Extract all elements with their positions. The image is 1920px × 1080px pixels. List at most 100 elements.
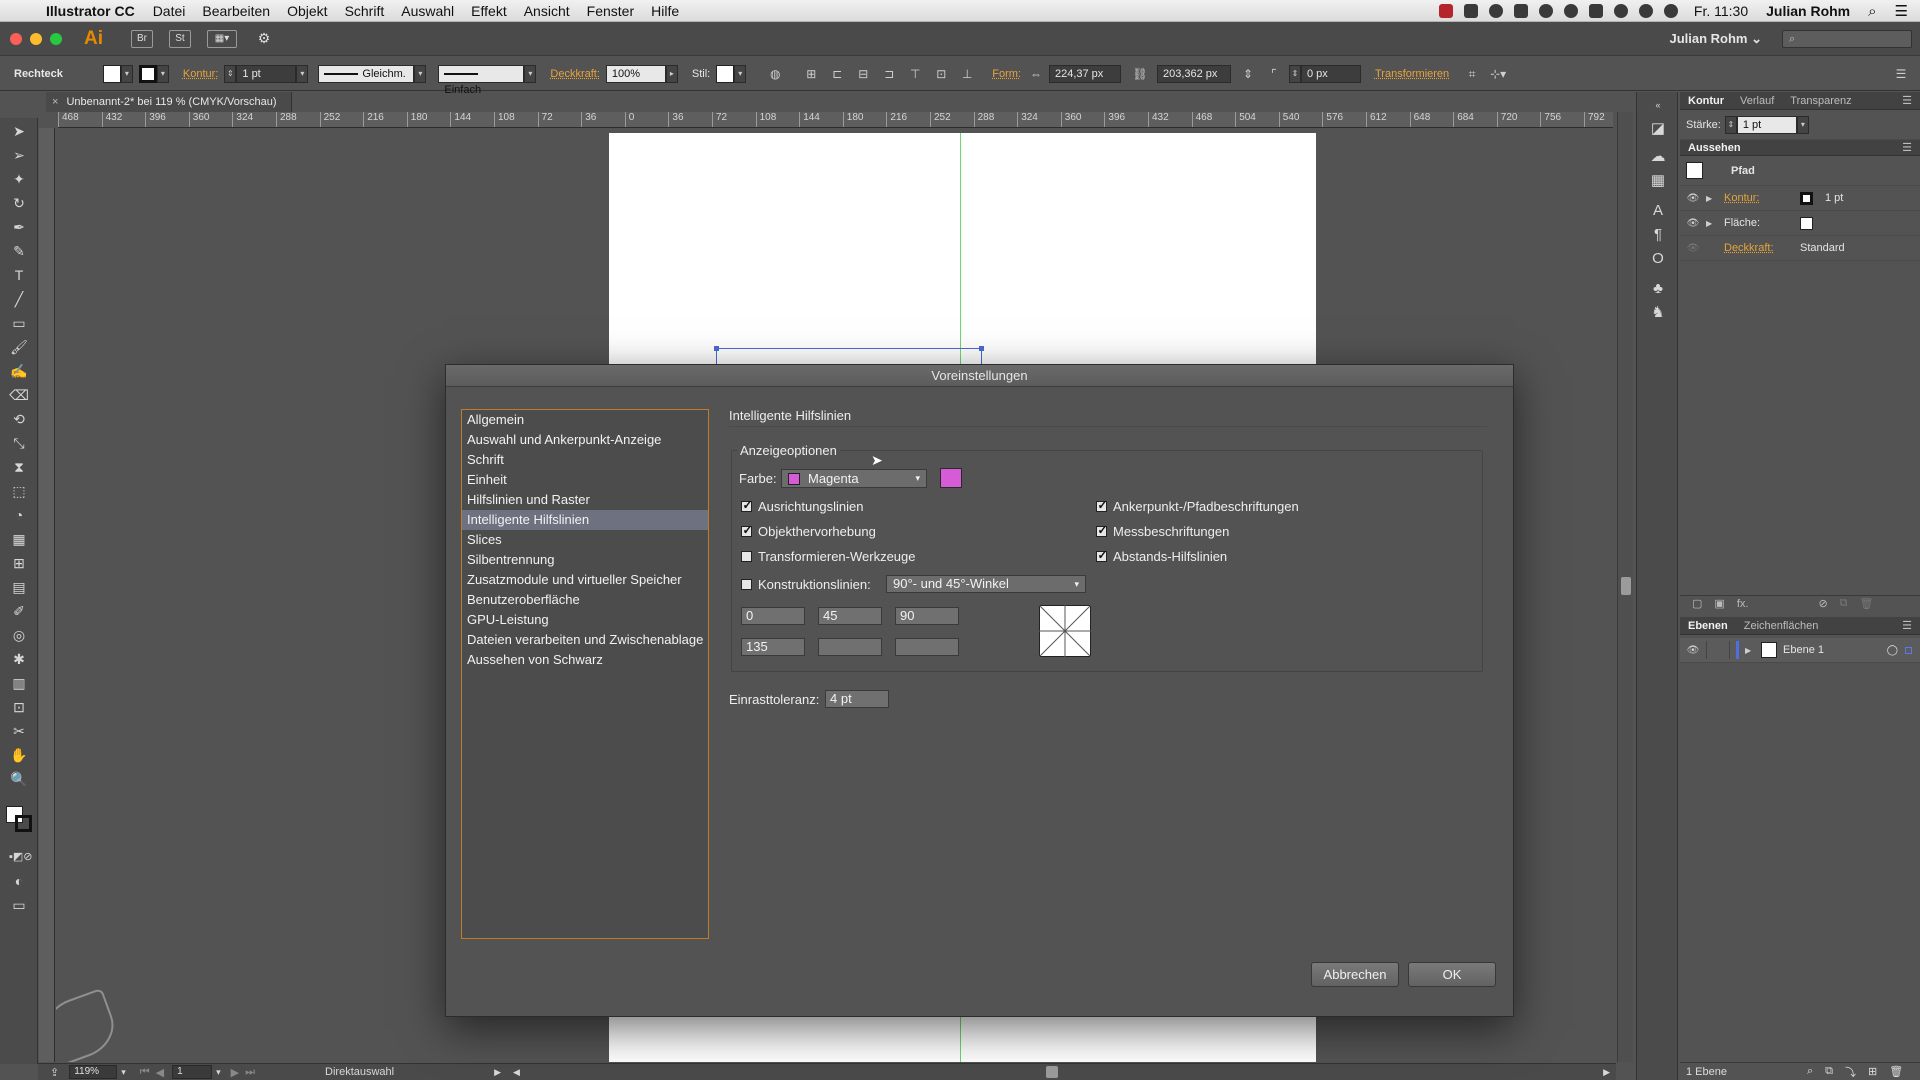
angle-field-6[interactable] xyxy=(895,638,959,656)
blob-brush-tool-icon[interactable]: ✍ xyxy=(9,362,29,380)
messbeschriftungen-label[interactable]: Messbeschriftungen xyxy=(1113,524,1229,539)
dialog-title[interactable]: Voreinstellungen xyxy=(446,365,1513,387)
clear-appearance-icon[interactable]: ⊘ xyxy=(1818,597,1827,610)
menu-objekt[interactable]: Objekt xyxy=(287,3,327,19)
staerke-field[interactable]: 1 pt xyxy=(1736,115,1797,134)
panel-menu-icon[interactable]: ☰ xyxy=(1902,94,1912,107)
scrollbar-thumb[interactable] xyxy=(1621,577,1631,595)
selection-tool-icon[interactable]: ➤ xyxy=(9,122,29,140)
transformieren-box[interactable] xyxy=(741,551,752,562)
layer-selection-icon[interactable] xyxy=(1905,646,1912,654)
image-trace-icon[interactable]: ◪ xyxy=(1649,120,1667,138)
link-proportions-icon[interactable]: ⛓ xyxy=(1131,66,1149,82)
tab-ebenen[interactable]: Ebenen xyxy=(1680,620,1736,632)
hscroll-left-icon[interactable]: ◀ xyxy=(513,1067,520,1078)
aussehen-flaeche-row[interactable]: 👁 ▶ Fläche: xyxy=(1680,211,1920,236)
menu-hilfe[interactable]: Hilfe xyxy=(651,3,679,19)
last-artboard-icon[interactable]: ⏭ xyxy=(245,1066,255,1079)
konstruktion-select[interactable]: 90°- und 45°-Winkel ▾ xyxy=(886,575,1086,593)
angle-field-1[interactable]: 0 xyxy=(741,607,805,625)
vertical-scrollbar[interactable] xyxy=(1617,112,1633,1062)
transformieren-link[interactable]: Transformieren xyxy=(1375,68,1449,80)
recolor-icon[interactable]: ◍ xyxy=(766,66,784,82)
collapse-panels-icon[interactable]: « xyxy=(1649,96,1667,114)
ankerpunkt-box[interactable] xyxy=(1096,501,1108,512)
farbe-select[interactable]: Magenta ▾ xyxy=(781,469,927,488)
ankerpunkt-label[interactable]: Ankerpunkt-/Pfadbeschriftungen xyxy=(1113,499,1299,514)
ausrichtungslinien-box[interactable] xyxy=(741,501,753,512)
menu-fenster[interactable]: Fenster xyxy=(587,3,634,19)
character-icon[interactable]: A xyxy=(1649,202,1667,220)
aussehen-menu-icon[interactable]: ☰ xyxy=(1902,141,1912,154)
layers-menu-icon[interactable]: ☰ xyxy=(1902,619,1912,632)
deckkraft-row-label[interactable]: Deckkraft: xyxy=(1724,242,1800,254)
brush-dropdown[interactable]: ▾ xyxy=(524,64,537,83)
screen-mode-icon[interactable]: ▭ xyxy=(9,896,29,914)
visibility-eye-icon[interactable]: 👁 xyxy=(1686,243,1700,254)
lasso-tool-icon[interactable]: ↻ xyxy=(9,194,29,212)
category-aussehen-schwarz[interactable]: Aussehen von Schwarz xyxy=(462,650,708,670)
kontur-label[interactable]: Kontur: xyxy=(183,68,218,80)
tab-kontur[interactable]: Kontur xyxy=(1680,95,1732,107)
free-transform-tool-icon[interactable]: ⬚ xyxy=(9,482,29,500)
anchor-handle[interactable] xyxy=(714,346,719,351)
menu-datei[interactable]: Datei xyxy=(153,3,186,19)
line-tool-icon[interactable]: ╱ xyxy=(9,290,29,308)
width-field[interactable]: 224,37 px xyxy=(1048,64,1121,83)
align-top-icon[interactable]: ⊤ xyxy=(906,66,924,82)
align-to-icon[interactable]: ⊞ xyxy=(802,66,820,82)
shape-builder-tool-icon[interactable]: ◔ xyxy=(9,506,29,524)
color-mode-icons[interactable]: ▪◩⊘ xyxy=(9,848,33,866)
ausrichtungslinien-label[interactable]: Ausrichtungslinien xyxy=(758,499,864,514)
zoom-field[interactable]: 119% xyxy=(69,1065,118,1079)
magic-wand-tool-icon[interactable]: ✦ xyxy=(9,170,29,188)
stroke-dropdown[interactable]: ▾ xyxy=(156,64,169,83)
objekthervorhebung-label[interactable]: Objekthervorhebung xyxy=(758,524,876,539)
kontur-weight-dropdown[interactable]: ▾ xyxy=(296,64,309,83)
abstands-checkbox[interactable]: Abstands-Hilfslinien xyxy=(1096,549,1227,564)
category-einheit[interactable]: Einheit xyxy=(462,470,708,490)
form-label[interactable]: Form: xyxy=(992,68,1021,80)
expand-triangle-icon[interactable]: ▶ xyxy=(1706,194,1718,203)
menu-ansicht[interactable]: Ansicht xyxy=(524,3,570,19)
rectangle-tool-icon[interactable]: ▭ xyxy=(9,314,29,332)
expand-triangle-icon[interactable]: ▶ xyxy=(1706,219,1718,228)
curvature-tool-icon[interactable]: ✎ xyxy=(9,242,29,260)
corner-radius-field[interactable]: 0 px xyxy=(1300,64,1361,83)
current-tool-status[interactable]: Direktauswahl xyxy=(325,1066,394,1078)
artboard-dropdown-icon[interactable]: ▾ xyxy=(216,1067,221,1078)
zoom-dropdown-icon[interactable]: ▾ xyxy=(121,1067,126,1078)
tray-dropbox-icon[interactable] xyxy=(1513,4,1528,18)
category-benutzeroberflaeche[interactable]: Benutzeroberfläche xyxy=(462,590,708,610)
kontur-stepper[interactable]: ⇕ xyxy=(224,64,237,83)
hand-tool-icon[interactable]: ✋ xyxy=(9,746,29,764)
align-left-icon[interactable]: ⊏ xyxy=(828,66,846,82)
stock-button[interactable]: St xyxy=(169,29,191,48)
layer-expand-icon[interactable]: ▶ xyxy=(1745,646,1757,655)
staerke-dropdown[interactable]: ▾ xyxy=(1796,115,1809,134)
tray-timemachine-icon[interactable] xyxy=(1613,4,1628,18)
transform-options-icon[interactable]: ⊹▾ xyxy=(1489,66,1507,82)
konstruktion-label[interactable]: Konstruktionslinien: xyxy=(758,577,871,592)
flaeche-swatch[interactable] xyxy=(1800,216,1813,230)
eyedropper-tool-icon[interactable]: ✐ xyxy=(9,602,29,620)
category-allgemein[interactable]: Allgemein xyxy=(462,410,708,430)
angle-field-5[interactable] xyxy=(818,638,882,656)
menu-app-name[interactable]: Illustrator CC xyxy=(46,3,135,19)
perspective-grid-tool-icon[interactable]: ▦ xyxy=(9,530,29,548)
align-right-icon[interactable]: ⊐ xyxy=(880,66,898,82)
transformieren-label[interactable]: Transformieren-Werkzeuge xyxy=(758,549,916,564)
messbeschriftungen-box[interactable] xyxy=(1096,526,1108,537)
next-artboard-icon[interactable]: ▶ xyxy=(231,1066,239,1079)
rotate-tool-icon[interactable]: ⟲ xyxy=(9,410,29,428)
kontur-row-swatch[interactable] xyxy=(1800,191,1813,205)
direct-selection-tool-icon[interactable]: ➢ xyxy=(9,146,29,164)
artboard-tool-icon[interactable]: ⊡ xyxy=(9,698,29,716)
arrange-documents-icon[interactable]: ▦▾ xyxy=(207,29,237,48)
menubar-user[interactable]: Julian Rohm xyxy=(1766,3,1850,19)
aussehen-title[interactable]: Aussehen xyxy=(1680,142,1749,154)
workspace-user[interactable]: Julian Rohm ⌄ xyxy=(1669,31,1762,47)
fill-dropdown[interactable]: ▾ xyxy=(120,64,133,83)
category-intelligente-hilfslinien[interactable]: Intelligente Hilfslinien xyxy=(462,510,708,530)
horizontal-ruler[interactable]: 468 432 396 360 324 288 252 216 180 144 108 72 36 0 36… xyxy=(58,112,1613,128)
